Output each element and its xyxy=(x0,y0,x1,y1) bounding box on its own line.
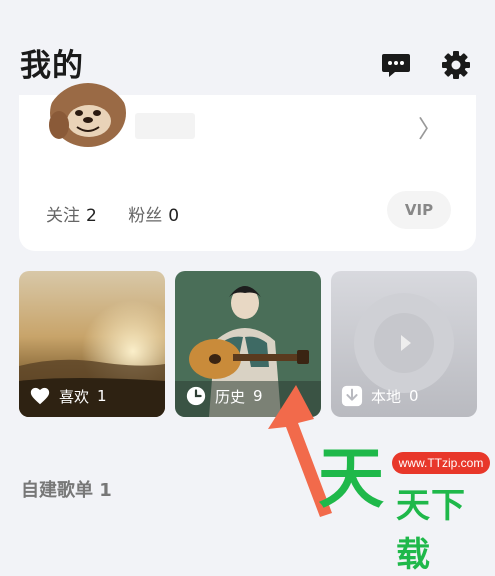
vip-button[interactable]: VIP xyxy=(387,191,451,229)
local-text: 本地 xyxy=(371,387,402,406)
watermark-url: www.TTzip.com xyxy=(392,452,490,474)
fans-stat[interactable]: 粉丝 0 xyxy=(128,201,179,226)
following-count: 2 xyxy=(86,206,97,226)
like-tile[interactable]: 喜欢 1 xyxy=(19,271,165,417)
gear-icon[interactable] xyxy=(441,50,471,80)
local-label: 本地 0 xyxy=(341,385,419,407)
local-count: 0 xyxy=(409,387,419,405)
following-stat[interactable]: 关注 2 xyxy=(46,201,97,226)
fans-label: 粉丝 xyxy=(128,206,163,226)
profile-card[interactable]: 〉 关注 2 粉丝 0 VIP xyxy=(19,83,476,251)
username-placeholder xyxy=(135,113,195,139)
history-text: 历史 xyxy=(215,387,246,406)
fans-count: 0 xyxy=(168,206,180,226)
stats-row: 关注 2 粉丝 0 xyxy=(46,201,205,226)
profile-chevron-icon[interactable]: 〉 xyxy=(418,109,442,144)
avatar[interactable] xyxy=(45,83,131,169)
history-count: 9 xyxy=(253,387,263,405)
following-label: 关注 xyxy=(46,206,80,226)
message-icon[interactable] xyxy=(381,50,411,80)
like-text: 喜欢 xyxy=(59,387,90,406)
watermark-big-char: 天 xyxy=(318,440,384,517)
like-label: 喜欢 1 xyxy=(29,385,107,407)
clock-icon xyxy=(186,386,206,406)
like-count: 1 xyxy=(97,387,107,405)
playlist-section-title[interactable]: 自建歌单 1 xyxy=(21,476,112,502)
heart-icon xyxy=(30,387,50,405)
download-icon xyxy=(341,385,363,407)
page-title: 我的 xyxy=(20,48,84,84)
history-label: 历史 9 xyxy=(185,385,263,407)
watermark-logo: 天 www.TTzip.com 天下载 xyxy=(318,440,495,575)
watermark-text: 天下载 xyxy=(396,486,466,575)
local-tile[interactable]: 本地 0 xyxy=(331,271,477,417)
